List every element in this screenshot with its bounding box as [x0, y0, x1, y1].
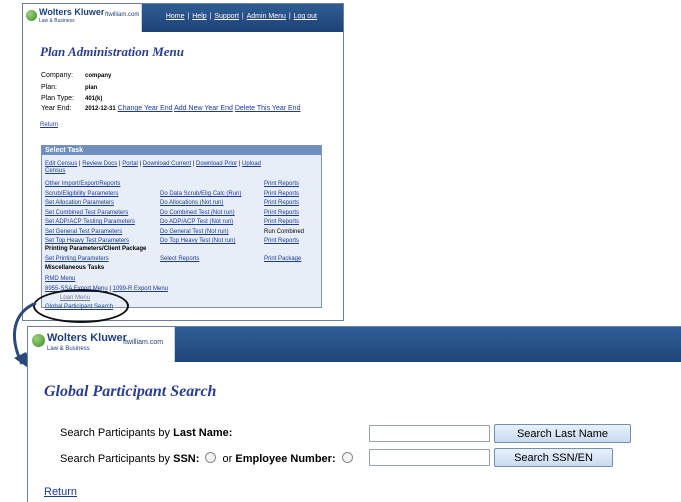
or-text: or [222, 453, 233, 465]
ssn-prefix: Search Participants by [60, 453, 174, 465]
wolters-kluwer-logo-large: Wolters Kluwer Law & Business ftwilliam.… [28, 327, 175, 362]
global-search-window: Wolters Kluwer Law & Business ftwilliam.… [27, 326, 681, 502]
ssn-en-input[interactable] [369, 449, 490, 466]
lastname-label: Last Name: [173, 427, 233, 439]
globe-icon-large [32, 334, 45, 347]
employee-number-label: Employee Number: [235, 453, 336, 465]
return-link-bottom[interactable]: Return [44, 486, 77, 498]
logo-company-large: Wolters Kluwer [47, 332, 127, 344]
lastname-prefix: Search Participants by [60, 427, 174, 439]
logo-product-large: ftwilliam.com [123, 339, 164, 346]
logo-division-large: Law & Business [47, 346, 90, 352]
employee-number-radio[interactable] [341, 452, 353, 463]
bottom-header-bar: Wolters Kluwer Law & Business ftwilliam.… [28, 327, 681, 362]
search-ssn-en-button[interactable]: Search SSN/EN [494, 448, 613, 467]
search-last-name-button[interactable]: Search Last Name [494, 424, 631, 443]
last-name-input[interactable] [369, 425, 490, 442]
lastname-row-label: Search Participants by Last Name: [60, 427, 232, 439]
ssn-label: SSN: [173, 453, 200, 465]
ssn-row-label: Search Participants by SSN: or Employee … [60, 452, 356, 465]
ssn-radio[interactable] [205, 452, 217, 463]
search-page-title: Global Participant Search [44, 383, 217, 400]
